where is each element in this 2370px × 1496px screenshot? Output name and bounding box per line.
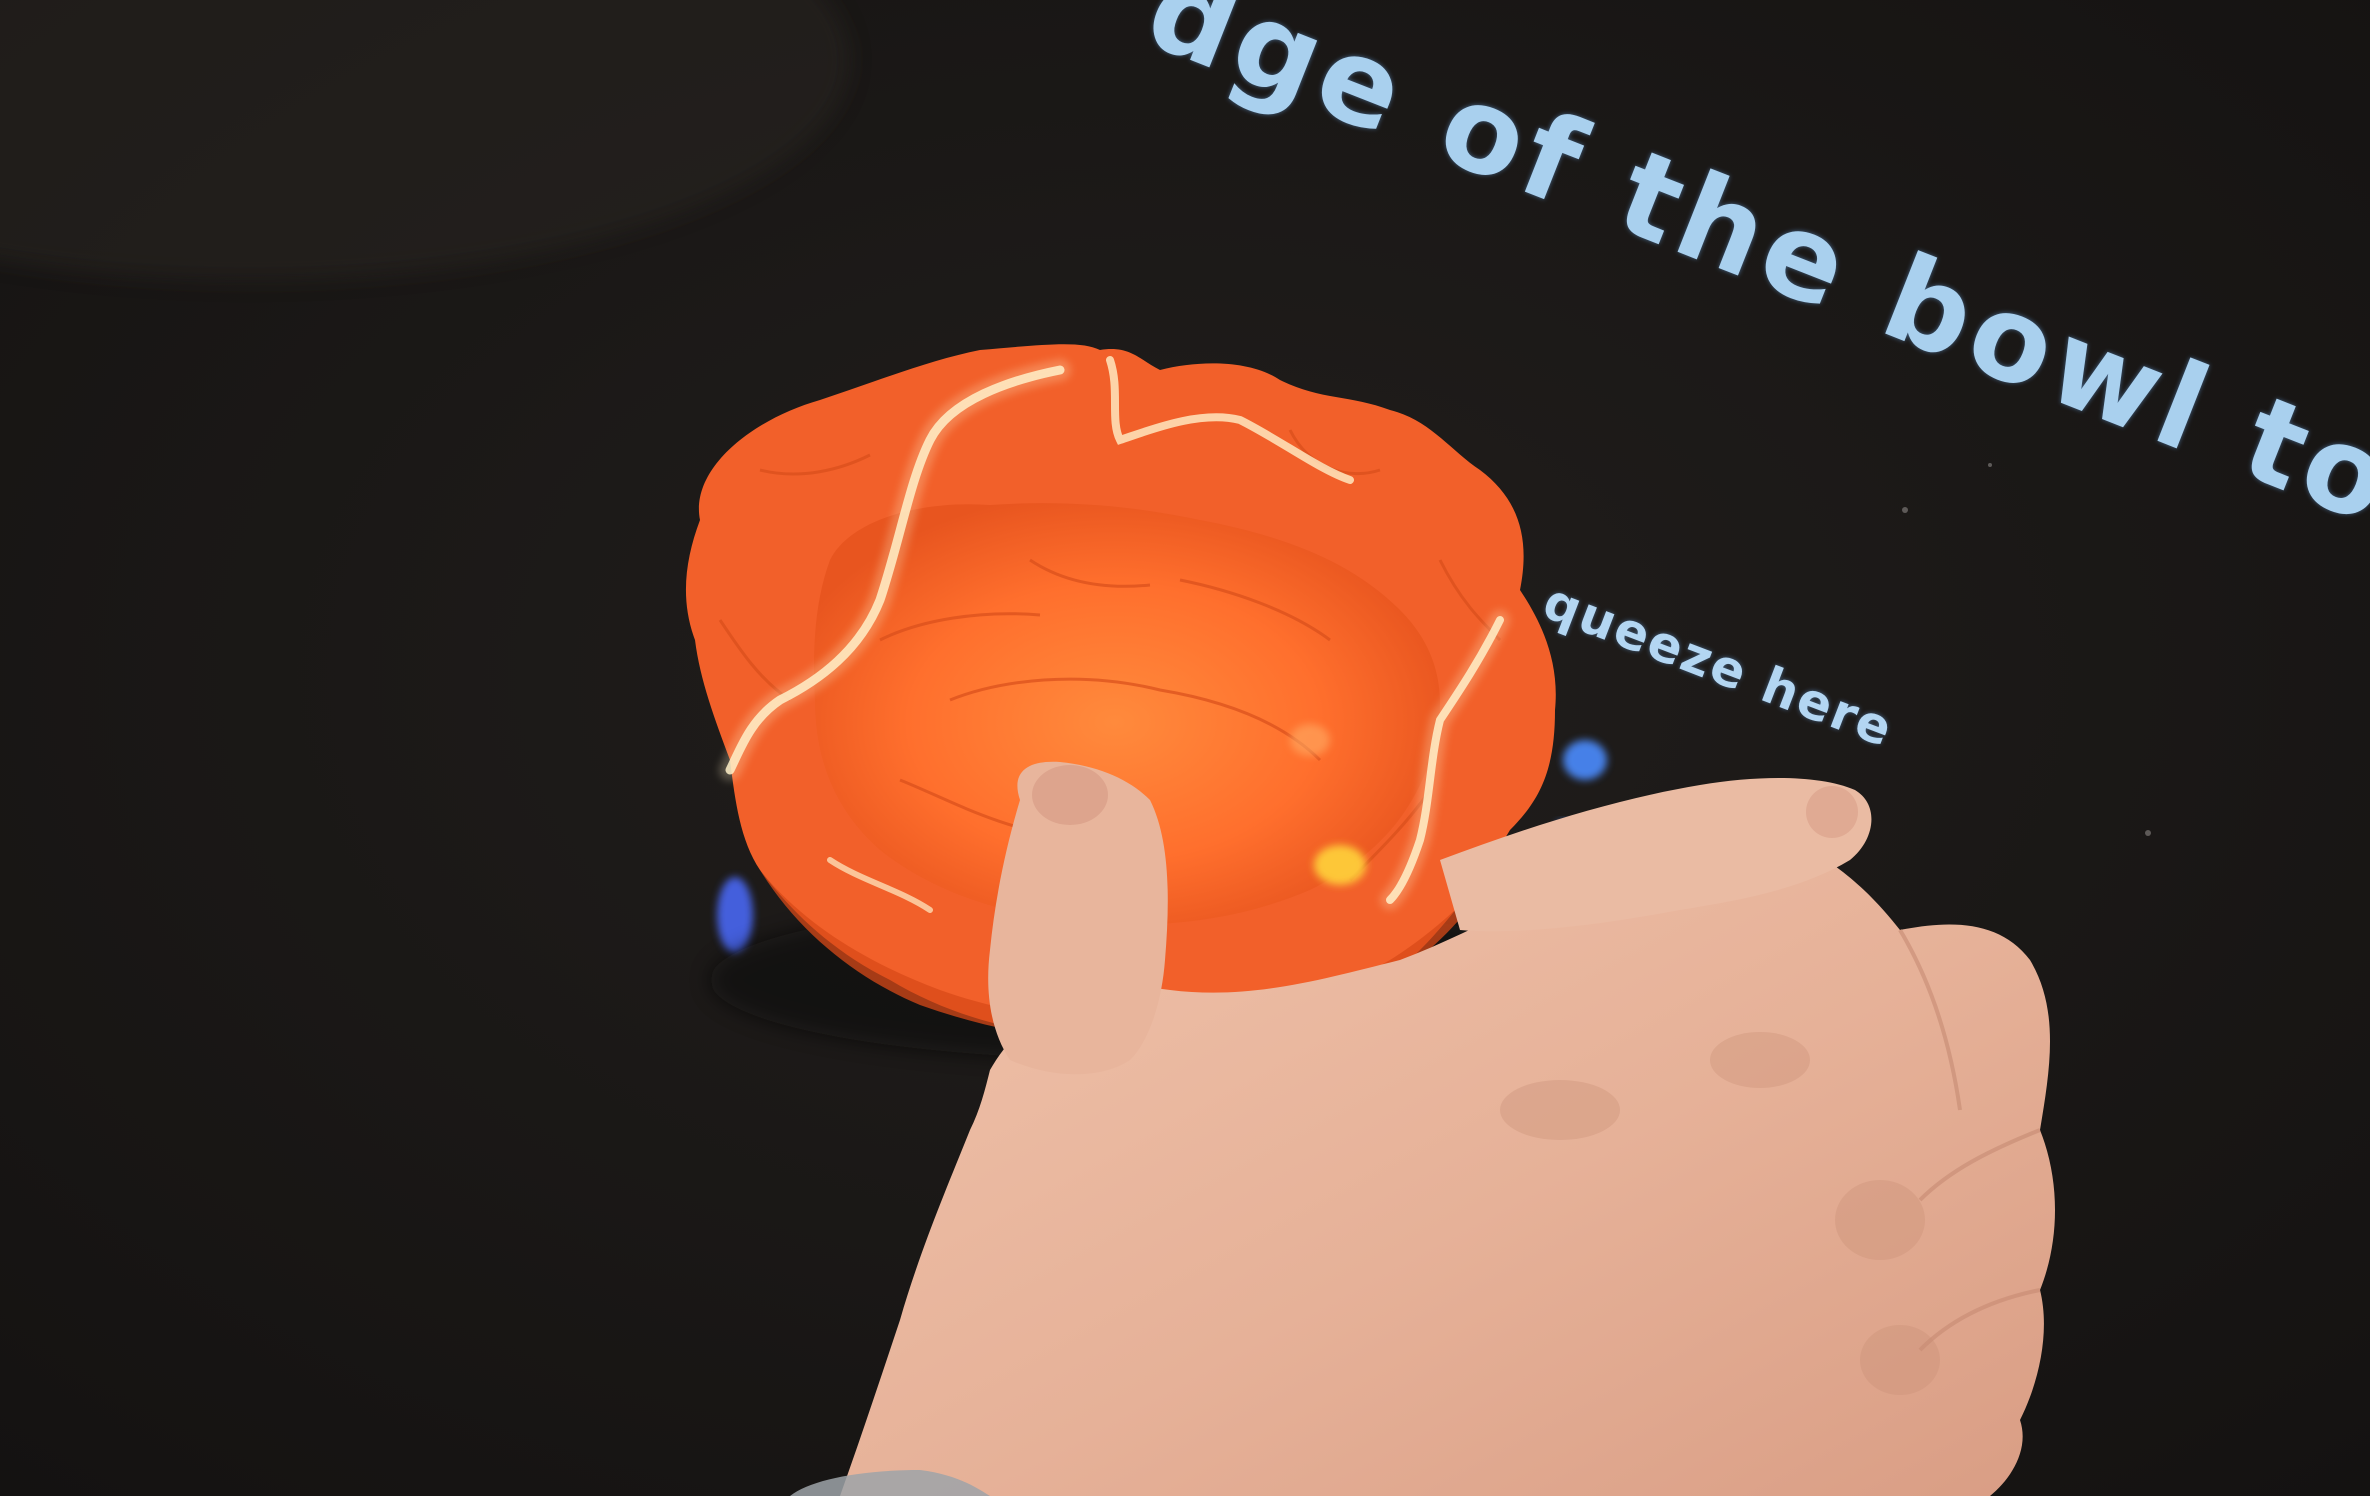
projected-table-scene: dge of the bowl to fit dge of the bowl t…	[0, 0, 2370, 1496]
projection-glow-right	[1563, 740, 1607, 780]
middle-fingernail	[1806, 786, 1858, 838]
bowl-glow-spot-small	[1290, 724, 1330, 756]
index-fingernail	[1032, 765, 1108, 825]
bowl-glow-spot	[1314, 845, 1366, 885]
scene-canvas: dge of the bowl to fit dge of the bowl t…	[0, 0, 2370, 1496]
projection-glow-left	[717, 877, 753, 953]
